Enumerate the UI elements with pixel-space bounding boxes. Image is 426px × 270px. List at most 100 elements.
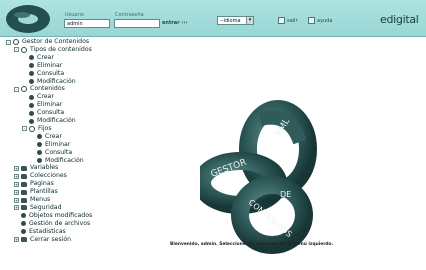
circle-filled-icon	[29, 102, 34, 108]
tree-item-label: Seguridad	[30, 203, 62, 211]
circle-filled-icon	[21, 221, 26, 227]
circle-open-icon	[13, 39, 19, 45]
tree-item-label: Gestión de archivos	[29, 219, 91, 227]
tree-item[interactable]: Consulta	[22, 109, 64, 117]
expand-icon[interactable]: +	[14, 205, 19, 211]
exit-icon	[278, 17, 285, 24]
collapse-icon[interactable]: -	[22, 126, 27, 132]
chevron-down-icon: ▾	[246, 17, 253, 24]
circle-filled-icon	[29, 118, 34, 124]
tree-item-label: Cerrar sesión	[30, 235, 72, 243]
tree-item[interactable]: Objetos modificados	[14, 212, 92, 220]
tree-item-label: Objetos modificados	[29, 211, 93, 219]
circle-filled-icon	[29, 55, 34, 61]
tree-item[interactable]: Eliminar	[22, 62, 62, 70]
help-button[interactable]: ayuda	[308, 17, 332, 24]
circle-filled-icon	[29, 110, 34, 116]
tree-item-label: Fijos	[38, 124, 52, 132]
tree-item[interactable]: - Fijos	[22, 125, 52, 133]
brand-logo-text: edigital	[380, 13, 419, 26]
tree-item-label: Contenidos	[30, 85, 65, 93]
tree-item[interactable]: Crear	[22, 93, 54, 101]
logo-text-de: DE	[280, 190, 291, 199]
tree-item-label: Paginas	[30, 180, 54, 188]
expand-icon[interactable]: +	[14, 197, 19, 203]
tree-item-label: Crear	[37, 53, 54, 61]
circle-open-icon	[21, 46, 27, 53]
circle-open-icon	[21, 86, 27, 93]
user-label: Usuario	[65, 12, 85, 18]
circle-filled-icon	[37, 150, 42, 156]
help-label: ayuda	[317, 17, 333, 24]
circle-filled-icon	[37, 158, 42, 163]
welcome-message: Bienvenido, admin. Seleccione las opcion…	[170, 242, 334, 247]
tree-item[interactable]: Estadisticas	[14, 228, 66, 236]
header-knot-logo	[6, 5, 50, 33]
tree-item[interactable]: Gestión de archivos	[14, 220, 90, 228]
language-select[interactable]: --idioma ▾	[217, 16, 254, 25]
tree-item[interactable]: Modificación	[22, 78, 76, 86]
tree-item-label: Colecciones	[30, 172, 67, 180]
tree-item-label: Consulta	[45, 148, 73, 156]
folder-icon	[21, 181, 27, 187]
folder-icon	[21, 173, 27, 179]
password-input[interactable]	[114, 19, 160, 28]
tree-item[interactable]: Eliminar	[30, 141, 70, 149]
tree-item[interactable]: Consulta	[22, 70, 64, 78]
circle-open-icon	[29, 125, 35, 132]
folder-icon	[21, 205, 27, 211]
tree-item-label: Tipos de contenidos	[30, 45, 92, 53]
tree-item-label: Crear	[37, 93, 54, 101]
exit-button[interactable]: salir	[278, 17, 298, 24]
folder-icon	[21, 237, 27, 242]
circle-filled-icon	[21, 213, 26, 219]
enter-button[interactable]: entrar ›››	[162, 20, 188, 26]
expand-icon[interactable]: +	[14, 173, 19, 179]
tree-item[interactable]: + Cerrar sesión	[14, 236, 71, 244]
tree-item[interactable]: Consulta	[30, 149, 72, 157]
expand-icon[interactable]: +	[14, 189, 19, 195]
language-select-value: --idioma	[220, 17, 241, 24]
tree-item[interactable]: + Colecciones	[14, 172, 67, 180]
tree-item[interactable]: + Plantillas	[14, 188, 58, 196]
user-input[interactable]	[64, 19, 110, 28]
tree-item[interactable]: Crear	[30, 133, 62, 141]
tree-item[interactable]: - Gestor de Contenidos	[6, 38, 89, 46]
gestor-contenidos-knot-logo: XML GESTOR DE CONTENIDOS	[200, 100, 317, 254]
circle-filled-icon	[29, 63, 34, 69]
tree-item[interactable]: - Tipos de contenidos	[14, 46, 92, 54]
collapse-icon[interactable]: -	[14, 47, 19, 53]
tree-item[interactable]: + Variables	[14, 164, 58, 172]
help-icon	[308, 17, 315, 24]
expand-icon[interactable]: +	[14, 237, 19, 242]
tree-item[interactable]: Eliminar	[22, 101, 62, 109]
circle-filled-icon	[37, 142, 42, 148]
collapse-icon[interactable]: -	[14, 86, 19, 92]
expand-icon[interactable]: +	[14, 181, 19, 187]
tree-item[interactable]: + Menus	[14, 196, 50, 204]
tree-item[interactable]: + Seguridad	[14, 204, 62, 212]
collapse-icon[interactable]: -	[6, 39, 11, 45]
tree-item[interactable]: Crear	[22, 54, 54, 62]
tree-item-label: Gestor de Contenidos	[22, 38, 90, 45]
folder-icon	[21, 189, 27, 195]
circle-filled-icon	[21, 229, 26, 235]
tree-item[interactable]: + Paginas	[14, 180, 54, 188]
tree-item-label: Eliminar	[45, 140, 71, 148]
circle-filled-icon	[37, 134, 42, 140]
circle-filled-icon	[29, 71, 34, 77]
tree-item[interactable]: Modificación	[30, 157, 84, 165]
tree-item-label: Estadisticas	[29, 227, 66, 235]
folder-icon	[21, 165, 27, 171]
folder-icon	[21, 197, 27, 203]
tree-item[interactable]: - Contenidos	[14, 85, 65, 93]
expand-icon[interactable]: +	[14, 165, 19, 171]
circle-filled-icon	[29, 94, 34, 100]
tree-item-label: Modificación	[37, 117, 76, 124]
tree-item-label: Modificación	[37, 77, 76, 85]
tree-item[interactable]: Modificación	[22, 117, 76, 125]
tree-item-label: Plantillas	[30, 188, 58, 196]
tree-item-label: Consulta	[37, 69, 65, 77]
top-header-bar: Usuario Contraseña entrar ››› --idioma ▾…	[0, 0, 426, 37]
tree-item-label: Variables	[30, 164, 59, 172]
